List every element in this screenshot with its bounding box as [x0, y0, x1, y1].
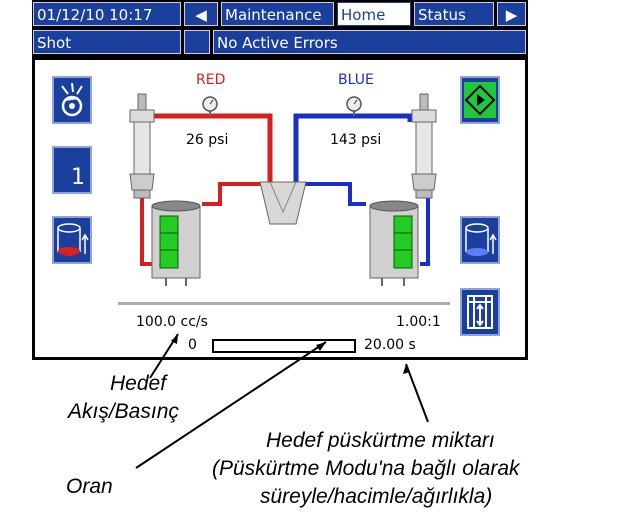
callout-target-flow-1: Hedef — [110, 372, 167, 395]
callout-ratio: Oran — [66, 475, 113, 498]
callout-target-shot-1: Hedef püskürtme miktarı — [266, 429, 495, 452]
callout-target-shot-3: süreyle/hacimle/ağırlıkla) — [260, 485, 493, 508]
callout-target-shot-2: (Püskürtme Modu'na bağlı olarak — [212, 457, 520, 480]
callout-target-flow-2: Akış/Basınç — [68, 400, 179, 423]
